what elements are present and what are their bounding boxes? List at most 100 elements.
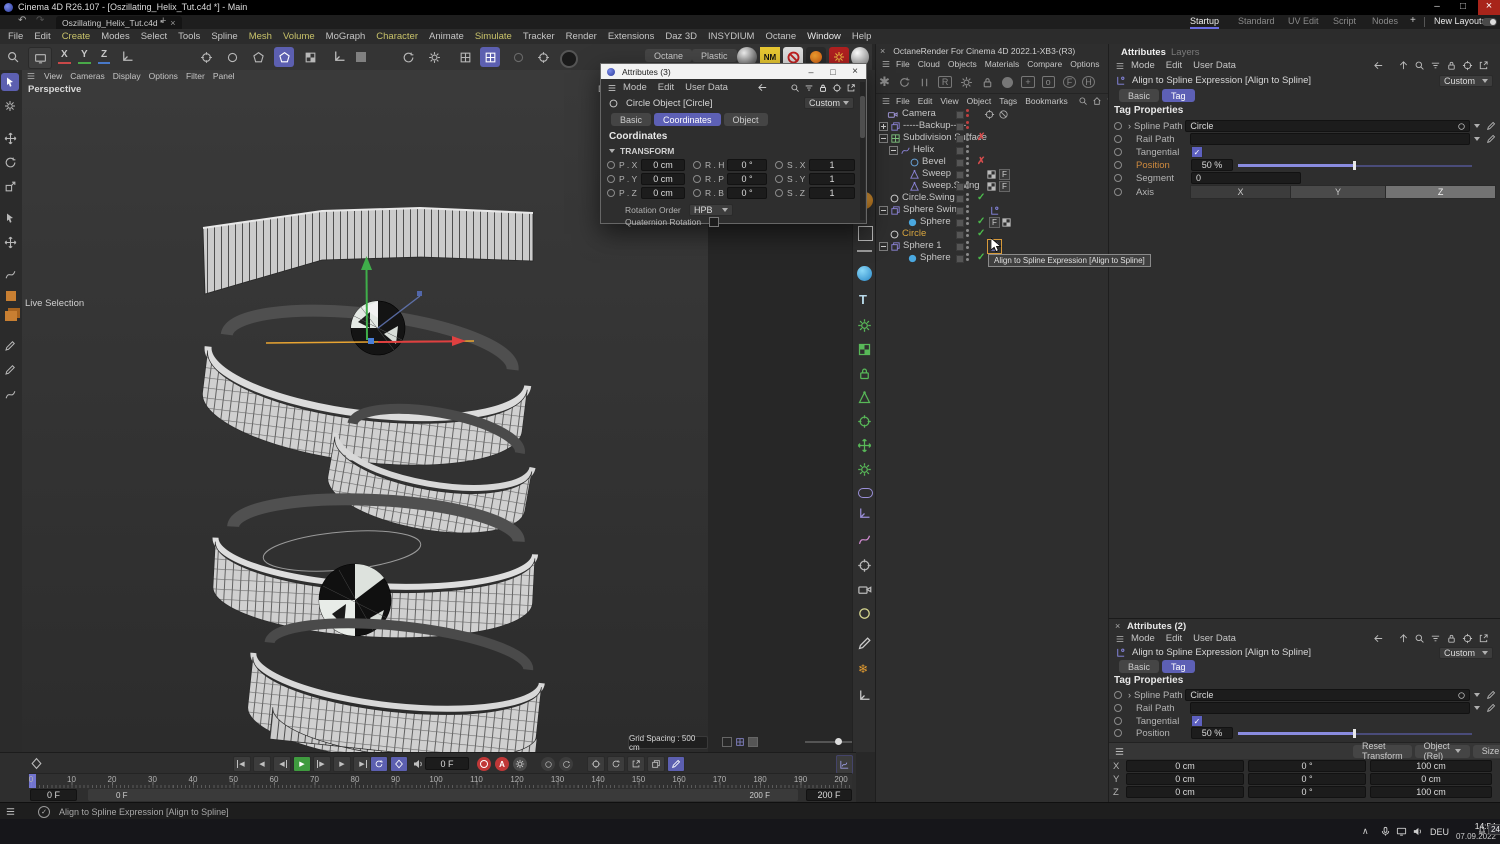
visibility-dots[interactable] (966, 181, 969, 184)
enable-toggle[interactable] (956, 243, 964, 251)
keyframe-dot[interactable] (1114, 148, 1122, 156)
visibility-dots[interactable] (966, 241, 969, 244)
tree-label[interactable]: Sweep.Swing (922, 180, 980, 192)
attr-filter-icon[interactable] (1430, 60, 1441, 71)
float-scrollbar[interactable] (860, 82, 865, 220)
gizmo-center-handle[interactable] (368, 338, 374, 344)
tab-attributes[interactable]: Attributes (1121, 47, 1166, 58)
keyframe-dot[interactable] (607, 161, 615, 169)
octane-pause-icon[interactable] (918, 76, 931, 89)
ghost-tool-button[interactable] (508, 47, 528, 67)
keyframe-dot[interactable] (1114, 188, 1122, 196)
timeline-ruler[interactable]: 0 10 20 30 40 50 60 70 80 90 100 110 120… (28, 773, 852, 788)
om-search-icon[interactable] (1078, 96, 1088, 106)
visibility-dots[interactable] (966, 133, 969, 136)
rail-path-field[interactable] (1189, 702, 1470, 714)
visibility-dots[interactable] (966, 121, 969, 124)
coord-y-pos-field[interactable]: 0 cm (1126, 773, 1244, 785)
caret-down-icon[interactable] (1474, 137, 1480, 141)
float-preset-dropdown[interactable]: Custom (804, 97, 854, 109)
octane-h-pin-icon[interactable]: H (1082, 76, 1095, 88)
dynamics-icon[interactable]: ❄ (858, 662, 868, 676)
octane-material-icon[interactable] (1002, 76, 1014, 88)
plain-effector-icon[interactable] (857, 390, 872, 405)
coord-z-pos-field[interactable]: 0 cm (1126, 786, 1244, 798)
menu-character[interactable]: Character (376, 31, 418, 42)
keyframe-dot[interactable] (775, 161, 783, 169)
visibility-dots[interactable] (966, 169, 969, 172)
eyedropper-icon[interactable] (1486, 134, 1496, 144)
attr-target-icon[interactable] (1462, 60, 1473, 71)
model-mode-button[interactable] (222, 47, 242, 67)
visibility-dots[interactable] (966, 193, 969, 196)
keyframe-dot[interactable] (693, 161, 701, 169)
attr2-preset-dropdown[interactable]: Custom (1439, 647, 1493, 659)
tree-label[interactable]: Bevel (922, 156, 946, 168)
multi-axis-tool[interactable] (1, 233, 19, 251)
attr-preset-dropdown[interactable]: Custom (1439, 75, 1493, 87)
current-frame-field[interactable]: 0 F (425, 757, 469, 770)
menu-daz3d[interactable]: Daz 3D (665, 31, 697, 42)
sz-field[interactable]: 1 (809, 187, 855, 199)
render-settings-button[interactable] (533, 47, 553, 67)
close-button[interactable]: × (1478, 0, 1500, 15)
keyframe-dot[interactable] (775, 175, 783, 183)
add-layout-icon[interactable]: + (1410, 15, 1416, 26)
coord-mode-dropdown[interactable]: Object (Rel) (1414, 741, 1470, 761)
float-scrollbar-thumb[interactable] (860, 96, 865, 138)
float-maximize-button[interactable]: □ (822, 67, 844, 77)
visibility-dots[interactable] (966, 109, 969, 112)
tree-row-circle-swing[interactable]: Circle.Swing ✓ (876, 192, 1109, 204)
tray-language[interactable]: DEU (1430, 827, 1449, 837)
prev-key-button[interactable]: ◀ (253, 756, 271, 772)
floating-attributes-window[interactable]: Attributes (3) – □ × Mode Edit User Data… (600, 63, 867, 227)
annotate-icon[interactable] (857, 636, 872, 651)
tree-row-sweep-swing[interactable]: Sweep.Swing F (876, 180, 1109, 192)
menu-window[interactable]: Window (807, 31, 841, 42)
goto-end-button[interactable]: ▶ (353, 756, 371, 772)
tree-label[interactable]: Sweep (922, 168, 951, 180)
attr2-tab-tag[interactable]: Tag (1162, 660, 1195, 673)
menu-render[interactable]: Render (566, 31, 597, 42)
zoom-tool-icon[interactable] (6, 50, 20, 64)
add-tab-icon[interactable]: + (160, 15, 166, 27)
gear-settings-button[interactable] (424, 47, 444, 67)
attr2-close-icon[interactable]: × (1115, 621, 1120, 631)
render-view-button[interactable] (28, 47, 52, 69)
octane-menu-materials[interactable]: Materials (985, 59, 1019, 69)
menu-volume[interactable]: Volume (283, 31, 315, 42)
next-frame-button[interactable]: ▶ (313, 756, 331, 772)
visibility-dots[interactable] (966, 217, 969, 220)
visibility-dots[interactable] (966, 157, 969, 160)
record-rotation-toggle[interactable] (559, 757, 573, 771)
scale-tool[interactable] (1, 177, 19, 195)
layout-tab-standard[interactable]: Standard (1238, 16, 1275, 26)
tree-label[interactable]: Sphere (920, 252, 951, 264)
tray-screen-icon[interactable] (1396, 826, 1407, 837)
menu-mesh[interactable]: Mesh (249, 31, 272, 42)
keyframe-dot[interactable] (1114, 174, 1122, 182)
float-menu-mode[interactable]: Mode (623, 82, 647, 93)
tree-row-helix[interactable]: Helix (876, 144, 1109, 156)
bend-deformer-icon[interactable] (857, 532, 872, 547)
prohibit-tag-icon[interactable] (998, 109, 1009, 120)
menu-file[interactable]: File (8, 31, 23, 42)
attr-tab-basic[interactable]: Basic (1119, 89, 1160, 102)
redo-icon[interactable]: ↷ (36, 15, 44, 26)
rb-field[interactable]: 0 ° (727, 187, 767, 199)
octane-lock-icon[interactable] (981, 76, 994, 89)
keyframe-dot[interactable] (1114, 122, 1122, 130)
menu-extensions[interactable]: Extensions (608, 31, 654, 42)
octane-menu-file[interactable]: File (896, 59, 910, 69)
rotation-order-dropdown[interactable]: HPB (689, 204, 733, 216)
enable-toggle[interactable] (956, 195, 964, 203)
position-slider[interactable] (1238, 159, 1472, 171)
coord-x-rot-field[interactable]: 0 ° (1248, 760, 1366, 772)
volume-mesher-icon[interactable] (857, 506, 872, 521)
transfer-tool[interactable] (1, 209, 19, 227)
menu-simulate[interactable]: Simulate (475, 31, 512, 42)
record-pla-toggle[interactable] (627, 756, 645, 772)
live-selection-tool[interactable] (1, 73, 19, 91)
position-field[interactable]: 50 % (1191, 727, 1233, 739)
axis-mode-button[interactable] (332, 49, 347, 64)
